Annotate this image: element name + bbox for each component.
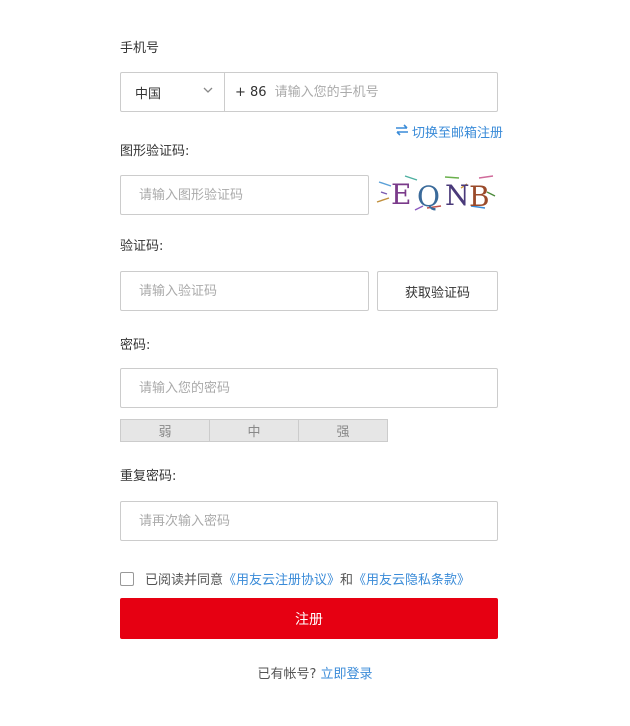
switch-to-email-link[interactable]: 切换至邮箱注册 (395, 122, 503, 141)
strength-strong: 强 (336, 425, 350, 440)
captcha-char: N (445, 179, 470, 212)
register-button[interactable]: 注册 (120, 598, 498, 639)
confirm-password-label: 重复密码: (120, 469, 177, 484)
password-input[interactable] (120, 368, 498, 408)
terms-link[interactable]: 《用友云注册协议》 (223, 569, 340, 588)
phone-field-group: 中国 + 86 (120, 72, 498, 112)
agreement-text: 已阅读并同意 (145, 573, 224, 588)
get-code-button[interactable]: 获取验证码 (377, 271, 498, 311)
login-prompt: 已有帐号? 立即登录 (0, 663, 630, 682)
agreement-and: 和 (340, 573, 354, 588)
password-label: 密码: (120, 338, 151, 353)
confirm-password-input[interactable] (120, 501, 498, 541)
strength-medium: 中 (210, 420, 299, 441)
phone-label: 手机号 (120, 41, 160, 56)
phone-input[interactable] (266, 73, 497, 111)
swap-arrows-icon (395, 123, 409, 141)
agreement-checkbox[interactable] (120, 571, 134, 586)
password-strength-meter: 弱 中 强 (120, 419, 388, 442)
captcha-label: 图形验证码: (120, 144, 190, 159)
login-link[interactable]: 立即登录 (321, 667, 373, 682)
country-select[interactable]: 中国 (121, 73, 225, 111)
login-prompt-text: 已有帐号? (257, 667, 317, 682)
captcha-image[interactable]: E Q N B (375, 172, 497, 214)
captcha-char: B (469, 180, 490, 213)
privacy-link[interactable]: 《用友云隐私条款》 (353, 569, 470, 588)
country-select-value: 中国 (135, 86, 162, 102)
captcha-char: Q (417, 180, 440, 213)
country-code: + 86 (235, 84, 267, 100)
verify-code-label: 验证码: (120, 239, 164, 254)
chevron-down-icon (202, 84, 214, 100)
captcha-char: E (391, 178, 411, 211)
captcha-input[interactable] (120, 175, 369, 215)
switch-to-email-label: 切换至邮箱注册 (412, 126, 504, 141)
agreement-row: 已阅读并同意 《用友云注册协议》 和 《用友云隐私条款》 (120, 569, 470, 588)
verify-code-input[interactable] (120, 271, 369, 311)
strength-weak: 弱 (121, 420, 210, 441)
